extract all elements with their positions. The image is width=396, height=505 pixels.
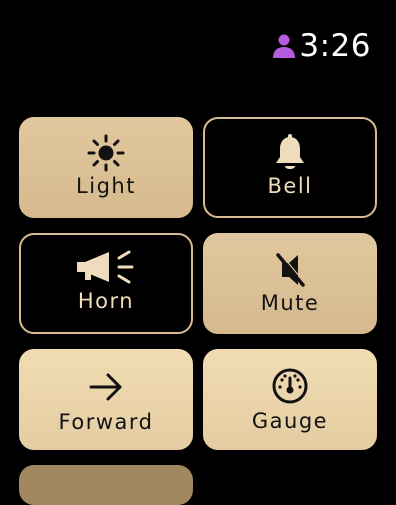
mute-button[interactable]: Mute (203, 233, 377, 334)
person-icon (273, 34, 296, 58)
mute-icon (270, 250, 310, 290)
forward-label: Forward (58, 410, 154, 434)
sun-icon (86, 133, 126, 173)
bell-icon (270, 133, 310, 173)
horn-label: Horn (77, 289, 135, 313)
forward-button[interactable]: Forward (19, 349, 193, 450)
clock-time: 3:26 (299, 28, 371, 64)
status-bar: 3:26 (272, 28, 371, 64)
bell-label: Bell (267, 174, 313, 198)
gauge-button[interactable]: Gauge (203, 349, 377, 450)
arrow-right-icon (86, 367, 126, 407)
gauge-icon (270, 366, 310, 406)
light-button[interactable]: Light (19, 117, 193, 218)
partially-visible-tile[interactable] (19, 465, 193, 505)
watch-screen: { "status": { "time": "3:26", "user_icon… (0, 0, 396, 505)
horn-icon (74, 248, 138, 288)
mute-label: Mute (260, 291, 320, 315)
gauge-label: Gauge (251, 409, 329, 433)
horn-button[interactable]: Horn (19, 233, 193, 334)
light-label: Light (76, 174, 136, 198)
bell-button[interactable]: Bell (203, 117, 377, 218)
